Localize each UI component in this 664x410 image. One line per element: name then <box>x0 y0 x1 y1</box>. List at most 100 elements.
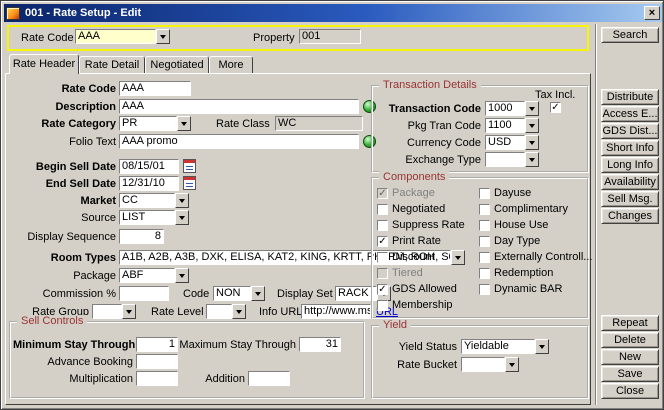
rate-group-combo[interactable] <box>92 304 136 319</box>
chevron-down-icon[interactable] <box>525 135 539 150</box>
chevron-down-icon[interactable] <box>535 339 549 354</box>
chevron-down-icon[interactable] <box>232 304 246 319</box>
max-stay-field[interactable]: 31 <box>299 337 341 352</box>
exchange-type-combo[interactable] <box>485 152 539 167</box>
rate-class-field: WC <box>275 116 363 131</box>
window-title: 001 - Rate Setup - Edit <box>25 7 644 19</box>
title-bar[interactable]: 001 - Rate Setup - Edit × <box>4 4 662 22</box>
rate-category-label: Rate Category <box>6 117 116 131</box>
externally-controlled-checkbox[interactable]: Externally Controll... <box>479 251 592 264</box>
complimentary-checkbox[interactable]: Complimentary <box>479 203 568 216</box>
folio-text-field[interactable]: AAA promo <box>119 134 359 149</box>
sell-msg-button[interactable]: Sell Msg. <box>601 191 659 207</box>
chevron-down-icon[interactable] <box>122 304 136 319</box>
description-field[interactable]: AAA <box>119 99 359 114</box>
discount-checkbox[interactable]: Discount <box>377 251 435 264</box>
tab-negotiated[interactable]: Negotiated <box>145 56 209 73</box>
suppress-rate-checkbox[interactable]: Suppress Rate <box>377 219 465 232</box>
redemption-checkbox[interactable]: Redemption <box>479 267 553 280</box>
code-combo[interactable]: NON <box>213 286 265 301</box>
advance-booking-field[interactable] <box>136 354 178 369</box>
market-combo[interactable]: CC <box>119 193 189 208</box>
tax-incl-checkbox[interactable]: ✓ <box>550 101 561 114</box>
repeat-button[interactable]: Repeat <box>601 315 659 331</box>
rate-bucket-label: Rate Bucket <box>375 358 457 372</box>
rate-category-value: PR <box>119 116 177 131</box>
exchange-type-label: Exchange Type <box>375 153 481 167</box>
close-icon[interactable]: × <box>644 6 660 20</box>
chevron-down-icon[interactable] <box>251 286 265 301</box>
package-combo[interactable]: ABF <box>119 268 189 283</box>
distribute-button[interactable]: Distribute <box>601 89 659 105</box>
gds-allowed-checkbox[interactable]: ✓ GDS Allowed <box>377 283 457 296</box>
search-button[interactable]: Search <box>601 27 659 43</box>
new-button[interactable]: New <box>601 349 659 365</box>
tiered-checkbox[interactable]: Tiered <box>377 267 423 280</box>
chevron-down-icon[interactable] <box>525 118 539 133</box>
end-sell-date-field[interactable]: 12/31/10 <box>119 176 179 191</box>
dynamic-bar-checkbox[interactable]: Dynamic BAR <box>479 283 562 296</box>
market-label: Market <box>6 194 116 208</box>
availability-button[interactable]: Availability <box>601 174 659 190</box>
changes-button[interactable]: Changes <box>601 208 659 224</box>
checkbox-icon <box>377 204 388 215</box>
checkbox-icon <box>377 220 388 231</box>
chevron-down-icon[interactable] <box>175 210 189 225</box>
pkg-tran-code-combo[interactable]: 1100 <box>485 118 539 133</box>
chevron-down-icon[interactable] <box>525 152 539 167</box>
checkbox-icon <box>377 252 388 263</box>
info-url-field[interactable]: http://www.ms <box>301 304 371 319</box>
dayuse-checkbox[interactable]: Dayuse <box>479 187 531 200</box>
display-sequence-field[interactable]: 8 <box>119 229 164 244</box>
yield-status-combo[interactable]: Yieldable <box>461 339 549 354</box>
rate-level-combo[interactable] <box>206 304 246 319</box>
min-stay-field[interactable]: 1 <box>136 337 178 352</box>
chevron-down-icon[interactable] <box>156 29 170 44</box>
multiplication-field[interactable] <box>136 371 178 386</box>
addition-field[interactable] <box>248 371 290 386</box>
tab-rate-header[interactable]: Rate Header <box>9 54 79 74</box>
close-button[interactable]: Close <box>601 383 659 399</box>
short-info-button[interactable]: Short Info <box>601 140 659 156</box>
rate-category-combo[interactable]: PR <box>119 116 191 131</box>
print-rate-checkbox[interactable]: ✓ Print Rate <box>377 235 441 248</box>
exchange-type-value <box>485 152 525 167</box>
transaction-code-combo[interactable]: 1000 <box>485 101 539 116</box>
components-title: Components <box>379 171 449 184</box>
tab-more[interactable]: More <box>209 56 253 73</box>
chevron-down-icon[interactable] <box>525 101 539 116</box>
long-info-button[interactable]: Long Info <box>601 157 659 173</box>
tab-rate-detail[interactable]: Rate Detail <box>79 56 145 73</box>
gds-dist-button[interactable]: GDS Dist... <box>601 123 659 139</box>
membership-checkbox[interactable]: Membership <box>377 299 453 312</box>
chevron-down-icon[interactable] <box>175 193 189 208</box>
chevron-down-icon[interactable] <box>505 357 519 372</box>
calendar-icon[interactable] <box>183 159 196 173</box>
rate-code-field[interactable]: AAA <box>119 81 191 96</box>
begin-sell-date-field[interactable]: 08/15/01 <box>119 159 179 174</box>
source-combo[interactable]: LIST <box>119 210 189 225</box>
currency-code-combo[interactable]: USD <box>485 135 539 150</box>
save-button[interactable]: Save <box>601 366 659 382</box>
access-excl-button[interactable]: Access E... <box>601 106 659 122</box>
addition-label: Addition <box>181 372 245 386</box>
delete-button[interactable]: Delete <box>601 332 659 348</box>
calendar-icon[interactable] <box>183 176 196 190</box>
rate-level-label: Rate Level <box>151 305 204 319</box>
currency-code-label: Currency Code <box>375 136 481 150</box>
chevron-down-icon[interactable] <box>175 268 189 283</box>
commission-field[interactable] <box>119 286 169 301</box>
display-set-label: Display Set <box>277 287 333 301</box>
header-rate-code-combo[interactable]: AAA <box>75 29 170 44</box>
rate-bucket-combo[interactable] <box>461 357 519 372</box>
package-checkbox[interactable]: ✓ Package <box>377 187 435 200</box>
description-label: Description <box>6 100 116 114</box>
negotiated-checkbox[interactable]: Negotiated <box>377 203 445 216</box>
chevron-down-icon[interactable] <box>177 116 191 131</box>
package-label: Package <box>6 269 116 283</box>
day-type-checkbox[interactable]: Day Type <box>479 235 540 248</box>
house-use-checkbox[interactable]: House Use <box>479 219 548 232</box>
max-stay-label: Maximum Stay Through <box>176 338 296 352</box>
checkbox-icon: ✓ <box>377 188 388 199</box>
app-icon <box>6 7 20 20</box>
